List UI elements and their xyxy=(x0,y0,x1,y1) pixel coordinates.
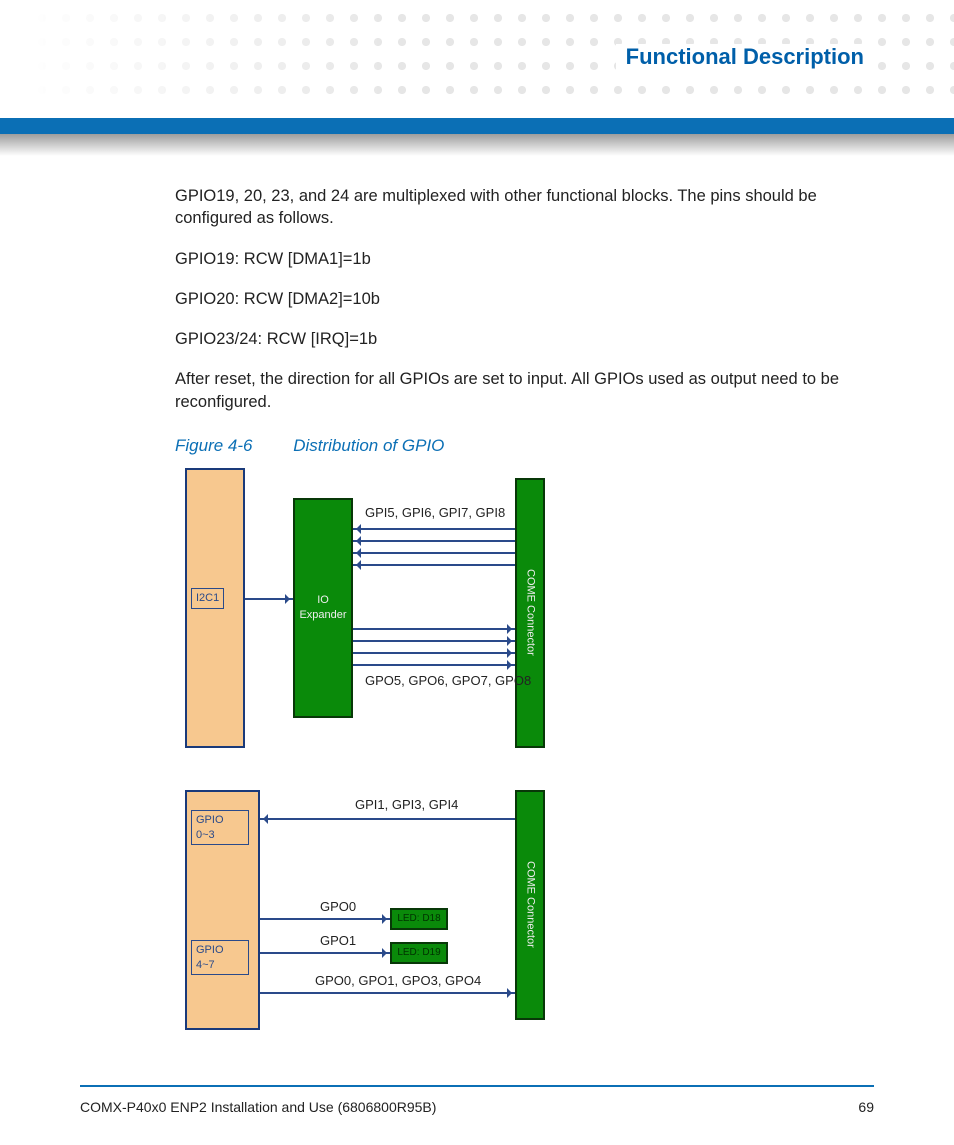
arrow-gpo-out xyxy=(260,992,515,994)
arrow-gpo xyxy=(353,640,515,642)
label-gpio-4-7: GPIO 4~7 xyxy=(191,940,249,976)
page-content: GPIO19, 20, 23, and 24 are multiplexed w… xyxy=(175,185,875,1050)
block-led-d19: LED: D19 xyxy=(390,942,448,964)
label-gpo0: GPO0 xyxy=(320,898,356,916)
label-gpo-signals: GPO5, GPO6, GPO7, GPO8 xyxy=(365,672,531,690)
label-come-connector: COME Connector xyxy=(523,861,538,948)
figure-number: Figure 4-6 xyxy=(175,436,252,455)
arrow-gpo xyxy=(353,628,515,630)
figure-caption: Figure 4-6 Distribution of GPIO xyxy=(175,435,875,458)
diagram-gpio-bottom: GPIO 0~3 GPIO 4~7 COME Connector GPI1, G… xyxy=(185,790,745,1050)
header-dot-fade xyxy=(0,0,400,100)
arrow-gpi xyxy=(353,552,515,554)
label-gpio-0-3: GPIO 0~3 xyxy=(191,810,249,846)
arrow-gpo1 xyxy=(260,952,390,954)
figure-title: Distribution of GPIO xyxy=(293,436,444,455)
footer-doc-title: COMX-P40x0 ENP2 Installation and Use (68… xyxy=(80,1099,436,1115)
paragraph: After reset, the direction for all GPIOs… xyxy=(175,368,875,413)
label-i2c1: I2C1 xyxy=(191,588,224,609)
header-gray-fade xyxy=(0,134,954,156)
arrow-gpo0 xyxy=(260,918,390,920)
diagram-gpio-top: I2C1 IO Expander COME Connector GPI5, GP… xyxy=(185,468,745,768)
footer-page-number: 69 xyxy=(858,1099,874,1115)
block-io-expander: IO Expander xyxy=(293,498,353,718)
label-gpi-in: GPI1, GPI3, GPI4 xyxy=(355,796,458,814)
paragraph: GPIO19, 20, 23, and 24 are multiplexed w… xyxy=(175,185,875,230)
block-come-connector: COME Connector xyxy=(515,790,545,1020)
paragraph: GPIO23/24: RCW [IRQ]=1b xyxy=(175,328,875,350)
header-blue-bar xyxy=(0,118,954,134)
arrow-gpi xyxy=(353,564,515,566)
arrow-gpo xyxy=(353,652,515,654)
paragraph: GPIO19: RCW [DMA1]=1b xyxy=(175,248,875,270)
paragraph: GPIO20: RCW [DMA2]=10b xyxy=(175,288,875,310)
arrow-gpo xyxy=(353,664,515,666)
footer-divider xyxy=(80,1085,874,1087)
arrow-gpi-in xyxy=(260,818,515,820)
block-led-d18: LED: D18 xyxy=(390,908,448,930)
arrow-gpi xyxy=(353,540,515,542)
arrow-gpi xyxy=(353,528,515,530)
label-gpi-signals: GPI5, GPI6, GPI7, GPI8 xyxy=(365,504,505,522)
section-header: Functional Description xyxy=(616,44,874,70)
label-gpo1: GPO1 xyxy=(320,932,356,950)
arrow-i2c1 xyxy=(245,598,293,600)
label-gpo-out: GPO0, GPO1, GPO3, GPO4 xyxy=(315,972,481,990)
label-come-connector: COME Connector xyxy=(523,569,538,656)
label-io-expander: IO Expander xyxy=(295,593,351,623)
block-come-connector: COME Connector xyxy=(515,478,545,748)
